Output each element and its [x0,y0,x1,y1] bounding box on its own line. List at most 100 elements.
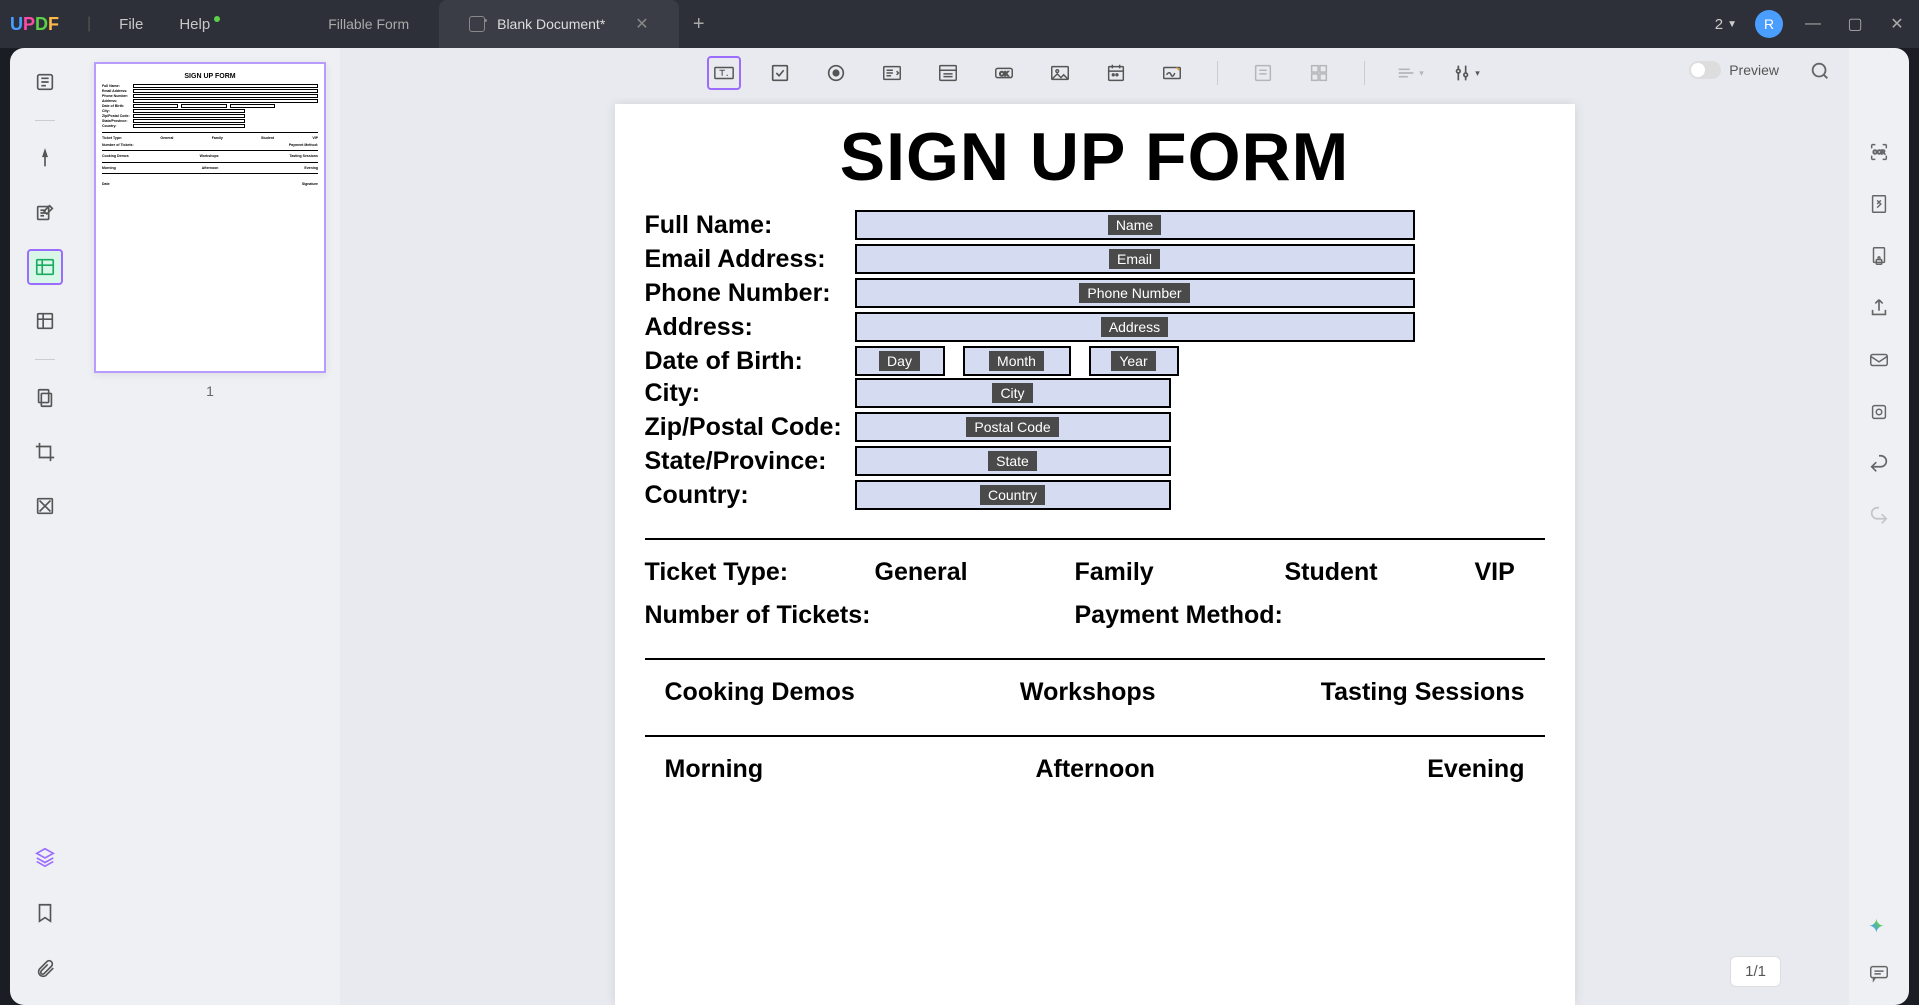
menu-file[interactable]: File [101,16,161,33]
crop-tool-icon[interactable] [27,434,63,470]
chat-icon[interactable] [1865,959,1893,987]
preview-toggle-area: Preview [1689,61,1779,79]
option-general: General [875,558,1075,587]
close-tab-icon[interactable]: ✕ [635,14,648,34]
radio-tool[interactable] [819,56,853,90]
ai-icon[interactable] [1865,911,1893,939]
button-tool[interactable]: OK [987,56,1021,90]
menu-help[interactable]: Help [161,16,238,33]
label-email: Email Address: [645,245,855,274]
close-window-button[interactable]: ✕ [1885,14,1909,34]
right-rail: OCR [1849,48,1909,1005]
listbox-tool[interactable] [931,56,965,90]
notification-dot-icon [214,16,220,22]
session-tasting: Tasting Sessions [1321,678,1525,707]
field-year[interactable]: Year [1089,346,1179,376]
undo-icon[interactable] [1865,450,1893,478]
thumbnail-panel: SIGN UP FORM Full Name: Email Address: P… [80,48,340,1005]
field-address[interactable]: Address [855,312,1415,342]
field-state[interactable]: State [855,446,1171,476]
field-name[interactable]: Name [855,210,1415,240]
session-cooking: Cooking Demos [665,678,855,707]
comment-tool-icon[interactable] [27,141,63,177]
flatten-icon[interactable] [1865,398,1893,426]
pdf-page: SIGN UP FORM Full Name:Name Email Addres… [615,104,1575,1005]
field-postal[interactable]: Postal Code [855,412,1171,442]
option-student: Student [1285,558,1475,587]
page-tool-icon[interactable] [27,380,63,416]
maximize-button[interactable]: ▢ [1843,14,1867,34]
label-dob: Date of Birth: [645,347,855,376]
window-count[interactable]: 2 ▼ [1715,16,1737,33]
canvas: OK ▾ ▾ Preview SIGN UP FORM Full Name:Na… [340,48,1849,1005]
date-field-tool[interactable] [1099,56,1133,90]
image-field-tool[interactable] [1043,56,1077,90]
edit-tool-icon[interactable] [27,195,63,231]
minimize-button[interactable]: — [1801,15,1825,33]
redact-tool-icon[interactable] [27,488,63,524]
separator: | [87,15,91,33]
form-toolbar: OK ▾ ▾ [340,48,1849,98]
field-email[interactable]: Email [855,244,1415,274]
page-thumbnail[interactable]: SIGN UP FORM Full Name: Email Address: P… [94,62,326,373]
checkbox-tool[interactable] [763,56,797,90]
chevron-down-icon: ▼ [1727,19,1737,30]
ocr-icon[interactable]: OCR [1865,138,1893,166]
separator [35,359,55,360]
preview-toggle[interactable] [1689,61,1721,79]
label-num-tickets: Number of Tickets: [645,601,1075,630]
user-avatar[interactable]: R [1755,10,1783,38]
field-phone[interactable]: Phone Number [855,278,1415,308]
titlebar: UPDF | File Help Fillable Form Blank Doc… [0,0,1919,48]
titlebar-right: 2 ▼ R — ▢ ✕ [1715,10,1909,38]
bookmark-icon[interactable] [27,895,63,931]
preview-label: Preview [1729,62,1779,78]
workspace: SIGN UP FORM Full Name: Email Address: P… [10,48,1909,1005]
separator [1364,61,1365,85]
tab-blank-document[interactable]: Blank Document* ✕ [439,0,679,48]
share-icon[interactable] [1865,294,1893,322]
layers-icon[interactable] [27,839,63,875]
thumbnail-number: 1 [94,383,326,399]
dropdown-tool[interactable] [875,56,909,90]
label-city: City: [645,379,855,408]
field-day[interactable]: Day [855,346,945,376]
time-afternoon: Afternoon [1035,755,1154,784]
time-evening: Evening [1427,755,1524,784]
new-tab-button[interactable]: + [679,0,719,48]
tab-fillable-form[interactable]: Fillable Form [298,0,439,48]
protect-icon[interactable] [1865,242,1893,270]
session-workshops: Workshops [1020,678,1156,707]
field-month[interactable]: Month [963,346,1071,376]
signature-tool[interactable] [1155,56,1189,90]
reader-mode-icon[interactable] [27,64,63,100]
page-indicator[interactable]: 1/1 [1730,956,1781,987]
label-fullname: Full Name: [645,211,855,240]
form-tool-icon[interactable] [27,249,63,285]
search-icon[interactable] [1809,60,1831,87]
left-rail [10,48,80,1005]
compress-icon[interactable] [1865,190,1893,218]
email-icon[interactable] [1865,346,1893,374]
form-title: SIGN UP FORM [645,118,1545,196]
field-country[interactable]: Country [855,480,1171,510]
settings-tool[interactable]: ▾ [1449,56,1483,90]
align-tool: ▾ [1393,56,1427,90]
redo-icon[interactable] [1865,502,1893,530]
label-phone: Phone Number: [645,279,855,308]
label-payment: Payment Method: [1075,601,1283,630]
form-detect-tool [1246,56,1280,90]
page-viewport[interactable]: SIGN UP FORM Full Name:Name Email Addres… [340,98,1849,1005]
svg-text:OK: OK [999,71,1009,78]
divider [645,538,1545,540]
time-morning: Morning [665,755,764,784]
svg-text:OCR: OCR [1873,150,1885,156]
label-zip: Zip/Postal Code: [645,413,855,442]
label-ticket-type: Ticket Type: [645,558,875,587]
attachment-icon[interactable] [27,951,63,987]
field-city[interactable]: City [855,378,1171,408]
divider [645,658,1545,660]
organize-tool-icon[interactable] [27,303,63,339]
option-vip: VIP [1475,558,1515,587]
text-field-tool[interactable] [707,56,741,90]
